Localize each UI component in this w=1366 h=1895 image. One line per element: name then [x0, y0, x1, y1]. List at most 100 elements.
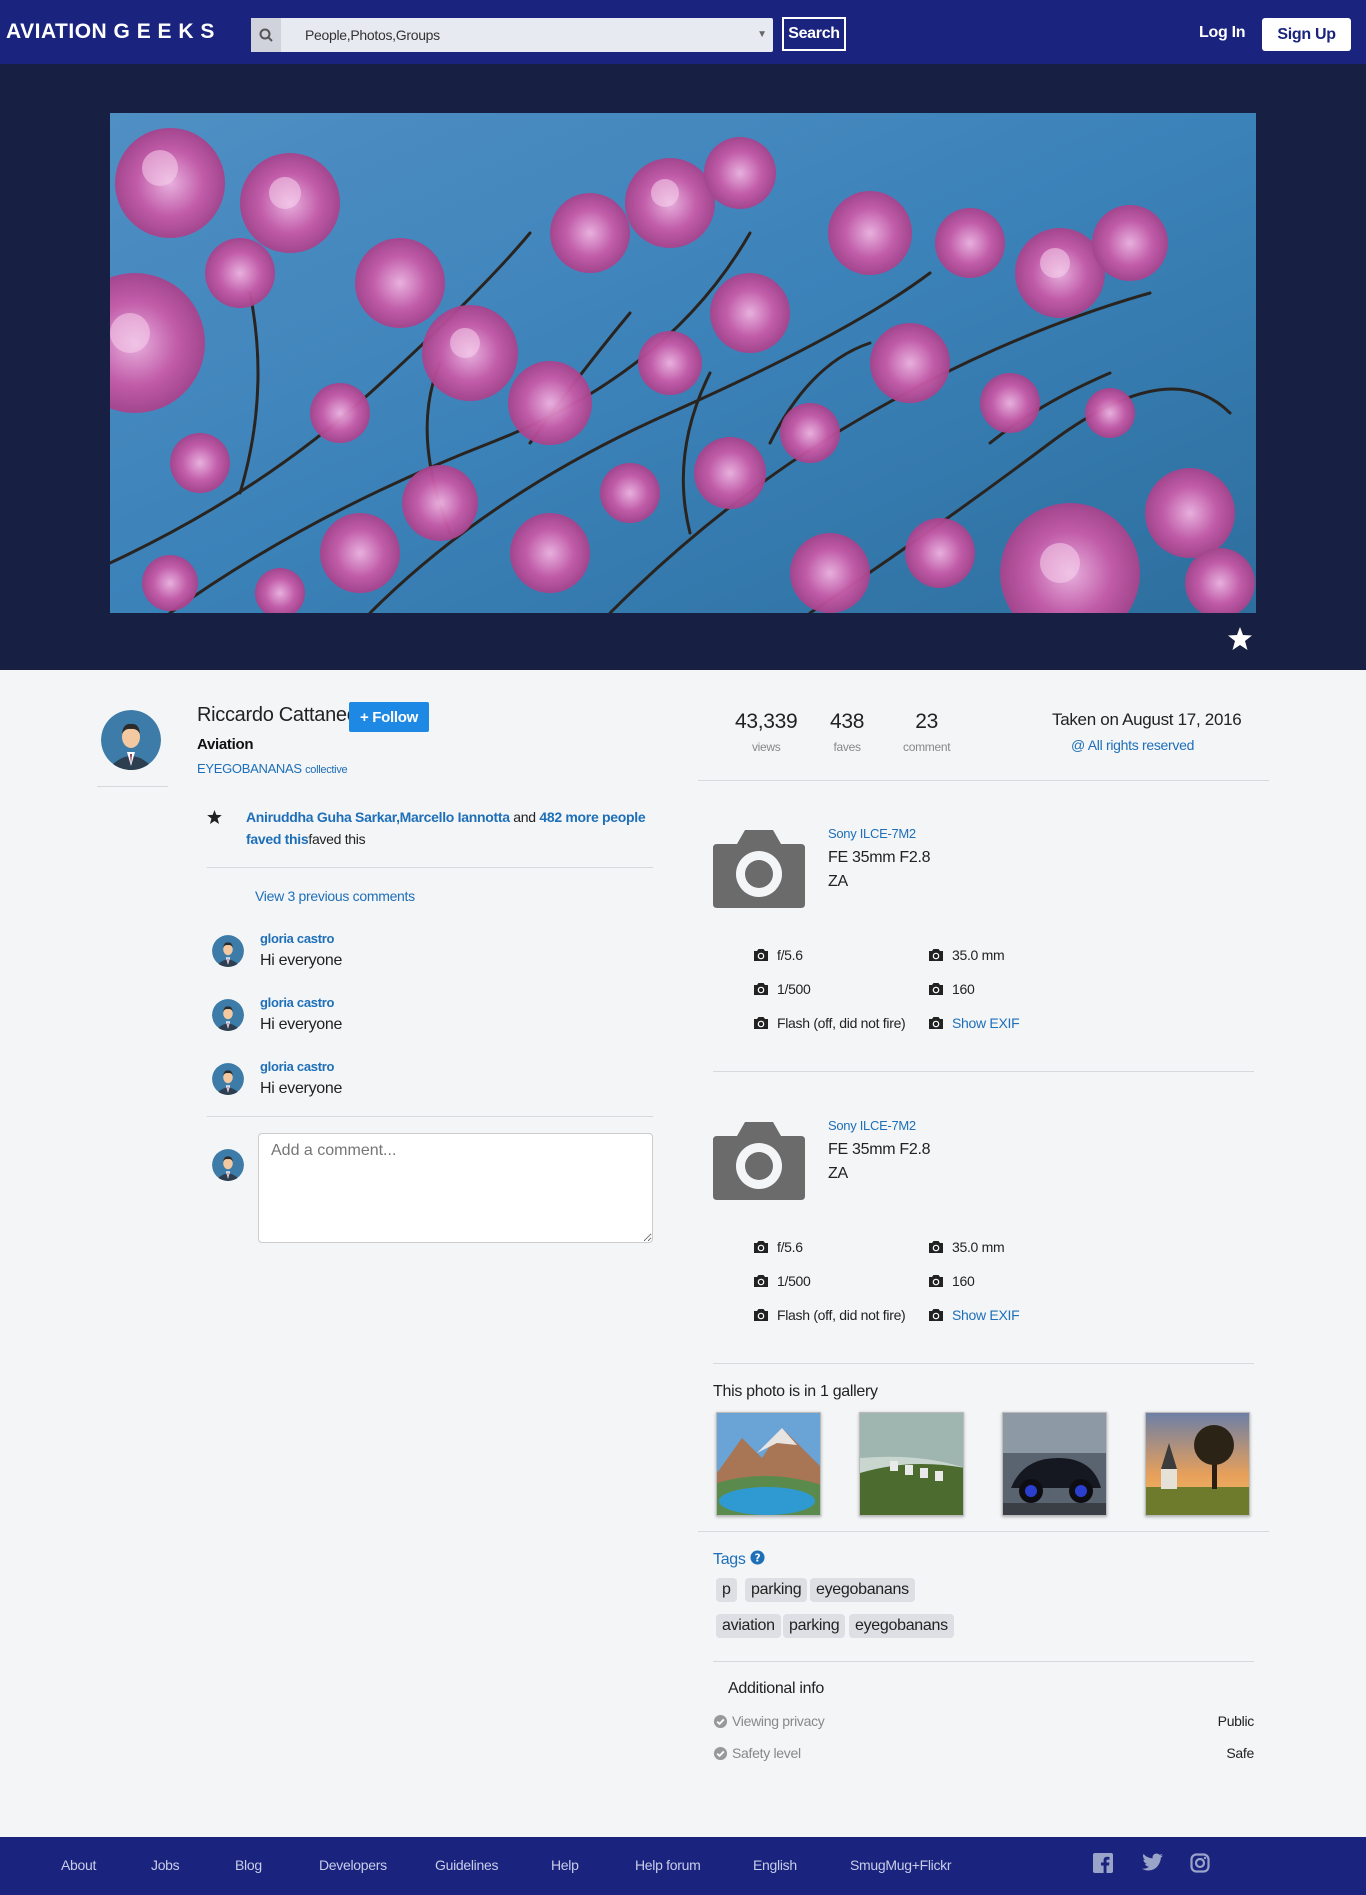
- footer-link-help-forum[interactable]: Help forum: [635, 1857, 701, 1873]
- camera-small-icon: [928, 1308, 944, 1322]
- views-stat: 43,339 views: [735, 710, 798, 754]
- footer-link-jobs[interactable]: Jobs: [151, 1857, 180, 1873]
- author-group: Aviation: [197, 736, 254, 753]
- show-exif-link[interactable]: Show EXIF: [928, 1307, 1020, 1323]
- exif-shutter: 1/500: [753, 1273, 811, 1289]
- twitter-icon[interactable]: [1142, 1853, 1163, 1874]
- collective-name[interactable]: EYEGOBANANAS: [197, 761, 302, 776]
- camera-small-icon: [928, 1274, 944, 1288]
- faved-by-link[interactable]: Aniruddha Guha Sarkar,Marcello Iannotta: [246, 809, 510, 825]
- privacy-value: Public: [1217, 1713, 1255, 1729]
- exif-aperture: f/5.6: [753, 1239, 803, 1255]
- site-logo[interactable]: AVIATION G E E K S: [6, 20, 215, 44]
- exif-flash: Flash (off, did not fire): [753, 1015, 906, 1031]
- footer-link-smugmug-flickr[interactable]: SmugMug+Flickr: [850, 1857, 952, 1873]
- divider: [698, 780, 1269, 781]
- chevron-down-icon[interactable]: ▼: [757, 29, 767, 40]
- collective-link[interactable]: EYEGOBANANAS collective: [197, 761, 348, 776]
- camera-lens: FE 35mm F2.8 ZA: [828, 1141, 931, 1182]
- camera-small-icon: [753, 1240, 769, 1254]
- collective-suffix: collective: [305, 764, 348, 776]
- tag-chip[interactable]: parking: [745, 1578, 808, 1602]
- commenter-avatar[interactable]: [212, 935, 244, 967]
- commenter-avatar[interactable]: [212, 999, 244, 1031]
- exif-focal: 35.0 mm: [928, 1239, 1005, 1255]
- comments-stat: 23 comment: [903, 710, 951, 754]
- exif-focal: 35.0 mm: [928, 947, 1005, 963]
- search-bar[interactable]: People,Photos,Groups ▼: [251, 18, 773, 52]
- footer-link-developers[interactable]: Developers: [319, 1857, 387, 1873]
- main-photo[interactable]: [110, 113, 1256, 613]
- comments-count: 23: [915, 710, 938, 733]
- privacy-label: Viewing privacy: [732, 1713, 825, 1729]
- login-link[interactable]: Log In: [1199, 24, 1245, 42]
- search-icon[interactable]: [251, 18, 281, 52]
- comment-author[interactable]: gloria castro: [260, 931, 334, 946]
- exif-flash: Flash (off, did not fire): [753, 1307, 906, 1323]
- help-icon[interactable]: ?: [750, 1550, 765, 1570]
- author-name[interactable]: Riccardo Cattaneo: [197, 704, 358, 727]
- comment-author[interactable]: gloria castro: [260, 995, 334, 1010]
- star-icon: [207, 808, 222, 830]
- exif-iso: 160: [928, 981, 975, 997]
- author-avatar[interactable]: [101, 710, 161, 770]
- camera-model-link[interactable]: Sony ILCE-7M2: [828, 1118, 916, 1133]
- tags-title: Tags ?: [713, 1550, 765, 1570]
- comment-author[interactable]: gloria castro: [260, 1059, 334, 1074]
- comment-item: gloria castro Hi everyone: [212, 995, 652, 1045]
- divider: [698, 1531, 1269, 1532]
- camera-small-icon: [753, 1016, 769, 1030]
- footer-link-help[interactable]: Help: [551, 1857, 579, 1873]
- gallery-thumbnail[interactable]: [859, 1412, 964, 1516]
- tag-chip[interactable]: eyegobanans: [810, 1578, 915, 1602]
- camera-small-icon: [753, 948, 769, 962]
- faves-label: faves: [833, 740, 861, 754]
- add-comment-input[interactable]: [258, 1133, 653, 1243]
- divider: [97, 786, 168, 787]
- additional-info-title: Additional info: [728, 1680, 825, 1697]
- comments-label: comment: [903, 740, 951, 754]
- gallery-thumbnail[interactable]: [716, 1412, 821, 1516]
- tag-chip[interactable]: parking: [783, 1614, 846, 1638]
- footer: About Jobs Blog Developers Guidelines He…: [0, 1837, 1366, 1895]
- tag-chip[interactable]: p: [716, 1578, 737, 1602]
- follow-button[interactable]: + Follow: [349, 702, 429, 732]
- footer-link-guidelines[interactable]: Guidelines: [435, 1857, 498, 1873]
- show-exif-link[interactable]: Show EXIF: [928, 1015, 1020, 1031]
- rights-link[interactable]: @ All rights reserved: [1071, 737, 1194, 753]
- check-circle-icon: [713, 1746, 728, 1761]
- tag-chip[interactable]: aviation: [716, 1614, 781, 1638]
- tags-title-text: Tags: [713, 1551, 746, 1568]
- camera-small-icon: [753, 982, 769, 996]
- gallery-thumbnail[interactable]: [1002, 1412, 1107, 1516]
- instagram-icon[interactable]: [1190, 1853, 1210, 1876]
- camera-small-icon: [928, 1016, 944, 1030]
- camera-small-icon: [928, 1240, 944, 1254]
- footer-link-language[interactable]: English: [753, 1857, 797, 1873]
- fave-star-icon[interactable]: [1228, 627, 1252, 653]
- exif-block: Sony ILCE-7M2 FE 35mm F2.8 ZA f/5.6 35.0…: [713, 826, 1253, 1046]
- signup-button[interactable]: Sign Up: [1262, 18, 1351, 51]
- tag-chip[interactable]: eyegobanans: [849, 1614, 954, 1638]
- views-count: 43,339: [735, 710, 798, 733]
- exif-iso: 160: [928, 1273, 975, 1289]
- current-user-avatar: [212, 1149, 244, 1181]
- camera-small-icon: [753, 1308, 769, 1322]
- safety-value: Safe: [1226, 1745, 1254, 1761]
- comment-text: Hi everyone: [260, 1016, 343, 1033]
- safety-label: Safety level: [732, 1745, 801, 1761]
- gallery-thumbnail[interactable]: [1145, 1412, 1250, 1516]
- top-navbar: AVIATION G E E K S People,Photos,Groups …: [0, 0, 1366, 64]
- exif-block: Sony ILCE-7M2 FE 35mm F2.8 ZA f/5.6 35.0…: [713, 1118, 1253, 1338]
- svg-text:?: ?: [754, 1552, 760, 1564]
- search-input[interactable]: People,Photos,Groups: [305, 27, 440, 43]
- comment-item: gloria castro Hi everyone: [212, 931, 652, 981]
- camera-model-link[interactable]: Sony ILCE-7M2: [828, 826, 916, 841]
- facebook-icon[interactable]: [1093, 1853, 1113, 1876]
- faves-summary: Aniruddha Guha Sarkar,Marcello Iannotta …: [207, 806, 657, 850]
- search-button[interactable]: Search: [782, 17, 846, 51]
- footer-link-about[interactable]: About: [61, 1857, 96, 1873]
- view-previous-comments-link[interactable]: View 3 previous comments: [255, 888, 415, 904]
- commenter-avatar[interactable]: [212, 1063, 244, 1095]
- footer-link-blog[interactable]: Blog: [235, 1857, 262, 1873]
